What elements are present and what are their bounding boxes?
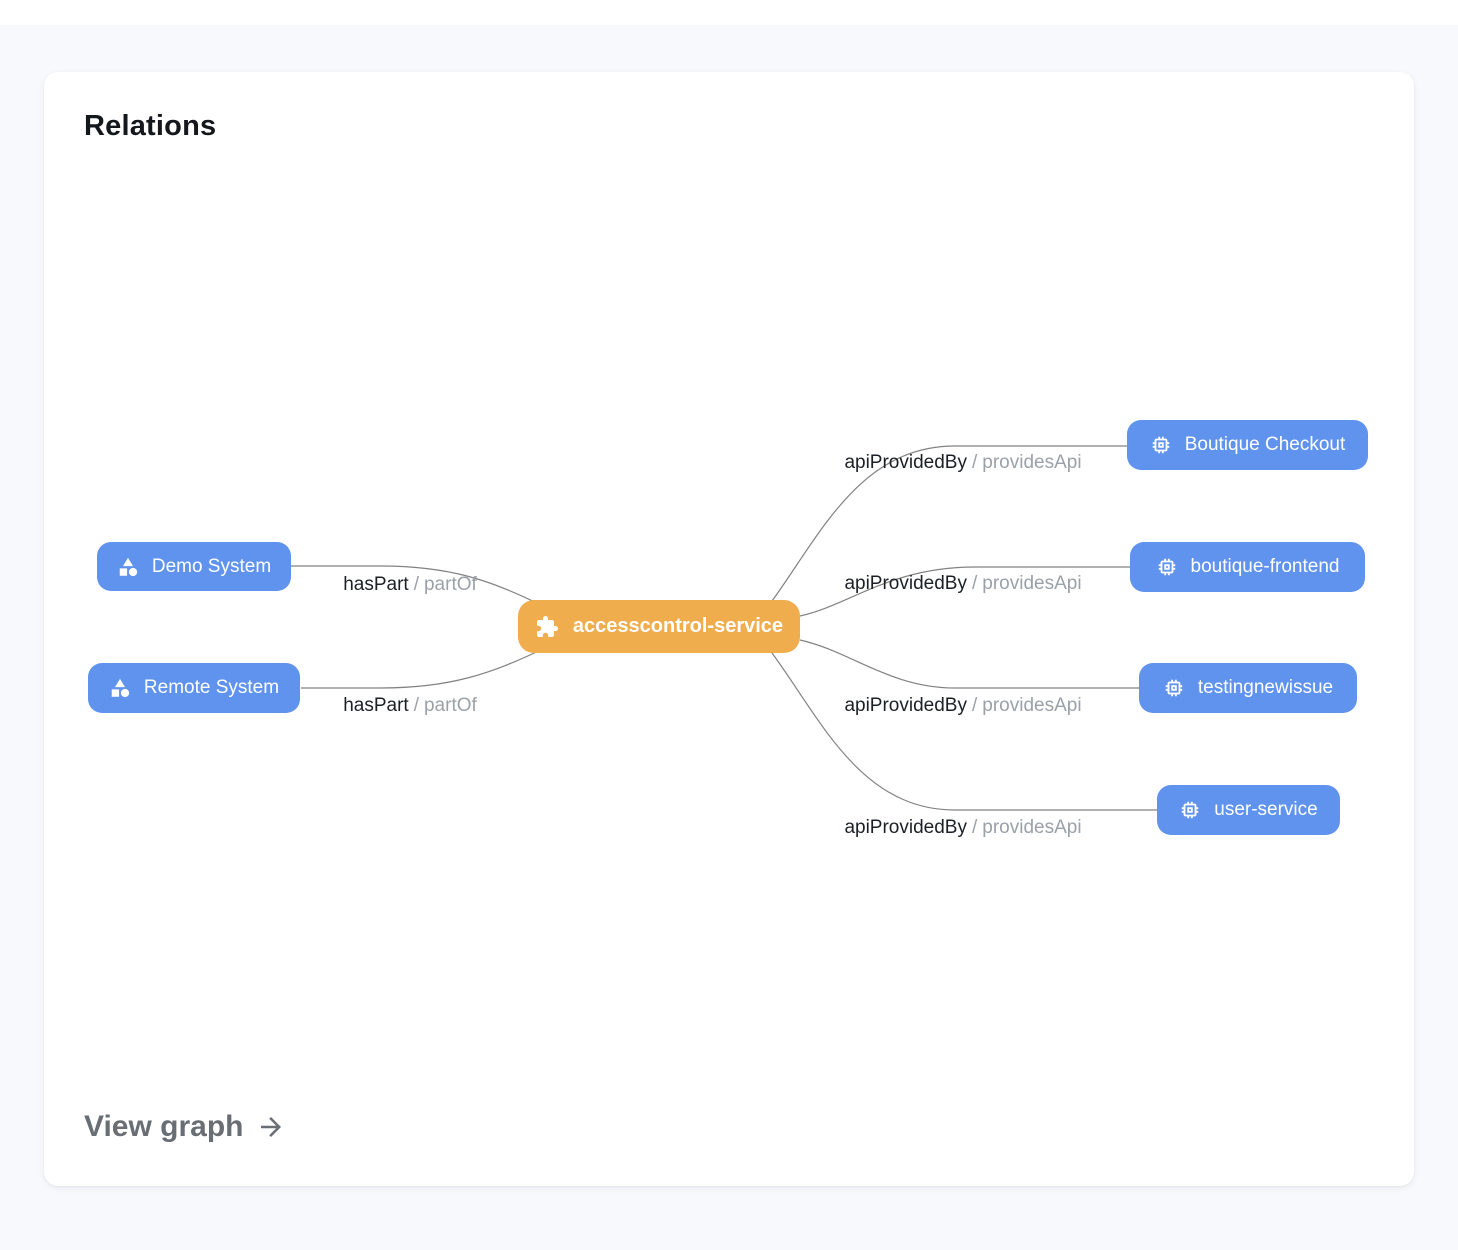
node-label: Boutique Checkout	[1185, 434, 1346, 456]
chip-icon	[1179, 799, 1201, 821]
node-user-service[interactable]: user-service	[1157, 785, 1340, 835]
chip-icon	[1156, 556, 1178, 578]
edge-label-api-boutique-checkout: apiProvidedBy/providesApi	[844, 452, 1081, 474]
node-label: testingnewissue	[1198, 677, 1333, 699]
edge-label-api-testingnewissue: apiProvidedBy/providesApi	[844, 695, 1081, 717]
edge-label-api-boutique-frontend: apiProvidedBy/providesApi	[844, 573, 1081, 595]
chip-icon	[1163, 677, 1185, 699]
edge-label-api-user-service: apiProvidedBy/providesApi	[844, 817, 1081, 839]
edge-label-haspart-remote: hasPart/partOf	[343, 695, 477, 717]
system-shapes-icon	[117, 556, 139, 578]
edge-label-haspart-demo: hasPart/partOf	[343, 574, 477, 596]
relations-card: Relations Demo System Remote System	[44, 72, 1414, 1186]
system-shapes-icon	[109, 677, 131, 699]
node-remote-system[interactable]: Remote System	[88, 663, 300, 713]
node-label: Remote System	[144, 677, 279, 699]
page-top-strip	[0, 0, 1458, 25]
node-label: accesscontrol-service	[573, 615, 783, 638]
node-label: boutique-frontend	[1191, 556, 1340, 578]
edge-user-service	[772, 653, 1157, 810]
node-label: user-service	[1214, 799, 1317, 821]
node-label: Demo System	[152, 556, 271, 578]
relations-graph: Demo System Remote System accesscontrol-…	[44, 72, 1414, 1186]
chip-icon	[1150, 434, 1172, 456]
puzzle-icon	[535, 615, 559, 639]
edge-testingnewissue	[800, 640, 1139, 688]
node-demo-system[interactable]: Demo System	[97, 542, 291, 591]
arrow-right-icon	[256, 1112, 286, 1142]
edge-remote-system	[301, 649, 543, 688]
node-boutique-checkout[interactable]: Boutique Checkout	[1127, 420, 1368, 470]
node-testingnewissue[interactable]: testingnewissue	[1139, 663, 1357, 713]
node-accesscontrol-service[interactable]: accesscontrol-service	[518, 600, 800, 653]
node-boutique-frontend[interactable]: boutique-frontend	[1130, 542, 1365, 592]
view-graph-link[interactable]: View graph	[84, 1110, 286, 1144]
view-graph-label: View graph	[84, 1110, 244, 1144]
